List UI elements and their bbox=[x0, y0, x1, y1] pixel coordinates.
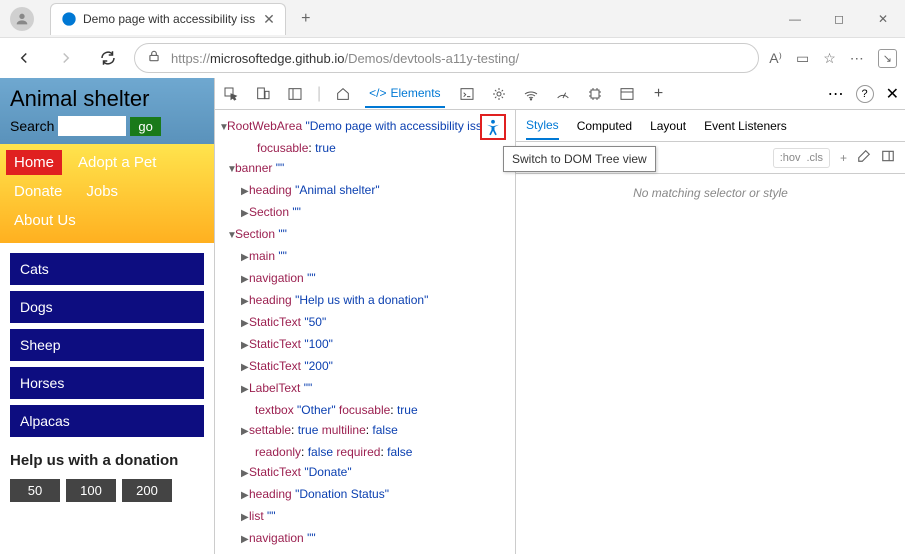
address-bar: https://microsoftedge.github.io/Demos/de… bbox=[0, 38, 905, 78]
list-item[interactable]: Horses bbox=[10, 367, 204, 399]
tooltip: Switch to DOM Tree view bbox=[503, 146, 656, 172]
page-title: Animal shelter bbox=[10, 86, 204, 112]
favorite-icon[interactable]: ☆ bbox=[823, 50, 836, 67]
donation-section: Help us with a donation 50 100 200 bbox=[0, 447, 214, 506]
url-input[interactable]: https://microsoftedge.github.io/Demos/de… bbox=[134, 43, 759, 73]
cls-toggle[interactable]: .cls bbox=[806, 152, 823, 164]
more-tabs-icon[interactable]: + bbox=[649, 84, 669, 104]
styles-tabs: Styles Computed Layout Event Listeners bbox=[516, 110, 905, 142]
donation-50[interactable]: 50 bbox=[10, 479, 60, 502]
new-tab-button[interactable]: + bbox=[292, 5, 320, 33]
accessibility-tree[interactable]: ▼RootWebArea "Demo page with accessibili… bbox=[215, 110, 515, 554]
dock-icon[interactable] bbox=[285, 84, 305, 104]
nav-donate[interactable]: Donate bbox=[6, 179, 70, 204]
read-aloud-icon[interactable]: A⁾ bbox=[769, 50, 782, 67]
page-header: Animal shelter Search go bbox=[0, 78, 214, 144]
tab-title: Demo page with accessibility iss bbox=[83, 12, 255, 26]
sources-icon[interactable] bbox=[489, 84, 509, 104]
hov-toggle[interactable]: :hov bbox=[780, 152, 801, 164]
tab-computed[interactable]: Computed bbox=[577, 113, 632, 139]
devtools-panel: | </> Elements + ⋯ ? ✕ ▼RootWebArea "Dem… bbox=[214, 78, 905, 554]
network-icon[interactable] bbox=[521, 84, 541, 104]
tab-styles[interactable]: Styles bbox=[526, 112, 559, 140]
brush-icon[interactable] bbox=[857, 149, 871, 166]
profile-avatar[interactable] bbox=[10, 7, 34, 31]
refresh-button[interactable] bbox=[92, 42, 124, 74]
nav-jobs[interactable]: Jobs bbox=[78, 179, 126, 204]
window-controls: — ◻ ✕ bbox=[773, 0, 905, 38]
edge-icon bbox=[61, 11, 77, 27]
performance-icon[interactable] bbox=[553, 84, 573, 104]
application-icon[interactable] bbox=[617, 84, 637, 104]
memory-icon[interactable] bbox=[585, 84, 605, 104]
tab-event-listeners[interactable]: Event Listeners bbox=[704, 113, 787, 139]
browser-tab[interactable]: Demo page with accessibility iss ✕ bbox=[50, 3, 286, 35]
url-text: https://microsoftedge.github.io/Demos/de… bbox=[171, 51, 519, 66]
settings-menu-icon[interactable]: ⋯ bbox=[850, 50, 864, 67]
forward-button[interactable] bbox=[50, 42, 82, 74]
device-icon[interactable] bbox=[253, 84, 273, 104]
tab-layout[interactable]: Layout bbox=[650, 113, 686, 139]
search-input[interactable] bbox=[58, 116, 126, 136]
welcome-icon[interactable] bbox=[333, 84, 353, 104]
donation-200[interactable]: 200 bbox=[122, 479, 172, 502]
help-icon[interactable]: ? bbox=[856, 85, 874, 103]
console-icon[interactable] bbox=[457, 84, 477, 104]
code-icon: </> bbox=[369, 86, 386, 100]
nav-home[interactable]: Home bbox=[6, 150, 62, 175]
page-content: Animal shelter Search go Home Adopt a Pe… bbox=[0, 78, 214, 554]
donation-100[interactable]: 100 bbox=[66, 479, 116, 502]
close-window-button[interactable]: ✕ bbox=[861, 0, 905, 38]
maximize-button[interactable]: ◻ bbox=[817, 0, 861, 38]
list-item[interactable]: Sheep bbox=[10, 329, 204, 361]
go-button[interactable]: go bbox=[130, 117, 160, 136]
app-menu-icon[interactable]: ↘ bbox=[878, 49, 897, 68]
animal-list: Cats Dogs Sheep Horses Alpacas bbox=[0, 243, 214, 447]
nav-adopt[interactable]: Adopt a Pet bbox=[70, 150, 164, 175]
lock-icon bbox=[147, 49, 161, 68]
nav-about[interactable]: About Us bbox=[6, 208, 84, 233]
list-item[interactable]: Cats bbox=[10, 253, 204, 285]
accessibility-tree-toggle[interactable] bbox=[480, 114, 506, 140]
search-label: Search bbox=[10, 118, 54, 134]
elements-tab[interactable]: </> Elements bbox=[365, 80, 444, 108]
devtools-close-icon[interactable]: ✕ bbox=[886, 84, 899, 104]
list-item[interactable]: Dogs bbox=[10, 291, 204, 323]
new-style-icon[interactable]: + bbox=[840, 151, 847, 165]
reader-icon[interactable]: ▭ bbox=[796, 50, 809, 67]
inspect-icon[interactable] bbox=[221, 84, 241, 104]
computed-toggle-icon[interactable] bbox=[881, 149, 895, 166]
donation-heading: Help us with a donation bbox=[10, 451, 204, 471]
list-item[interactable]: Alpacas bbox=[10, 405, 204, 437]
main-nav: Home Adopt a Pet Donate Jobs About Us bbox=[0, 144, 214, 243]
window-titlebar: Demo page with accessibility iss ✕ + — ◻… bbox=[0, 0, 905, 38]
tab-close-icon[interactable]: ✕ bbox=[263, 11, 275, 28]
styles-empty-message: No matching selector or style bbox=[516, 174, 905, 554]
styles-panel: Styles Computed Layout Event Listeners :… bbox=[515, 110, 905, 554]
devtools-toolbar: | </> Elements + ⋯ ? ✕ bbox=[215, 78, 905, 110]
back-button[interactable] bbox=[8, 42, 40, 74]
more-icon[interactable]: ⋯ bbox=[828, 84, 844, 104]
minimize-button[interactable]: — bbox=[773, 0, 817, 38]
